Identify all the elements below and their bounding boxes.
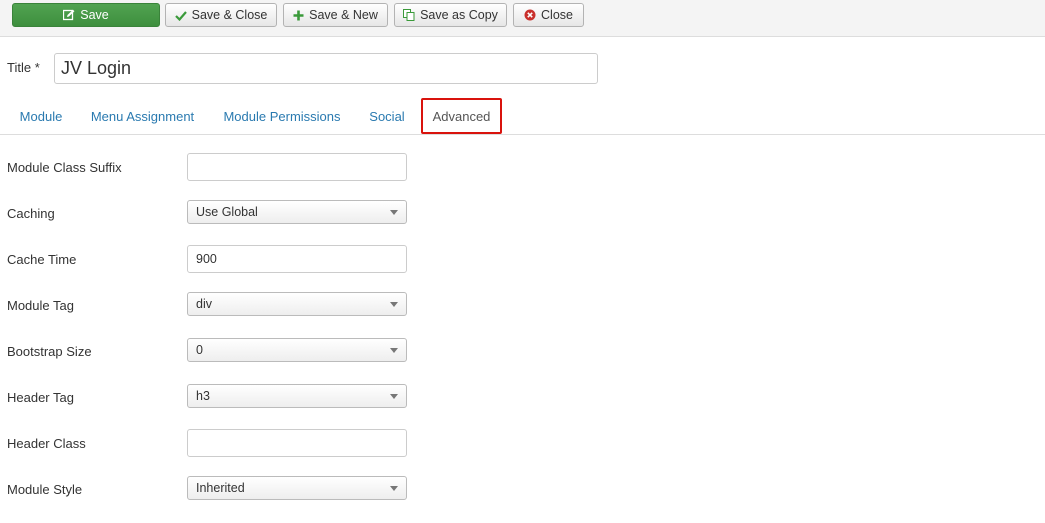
bootstrap-size-value: 0: [196, 343, 203, 357]
title-input[interactable]: [54, 53, 598, 84]
save-new-button[interactable]: Save & New: [283, 3, 388, 27]
module-style-label: Module Style: [7, 482, 83, 497]
chevron-down-icon: [390, 210, 398, 215]
module-tag-value: div: [196, 297, 212, 311]
cache-time-input[interactable]: [187, 245, 407, 273]
caching-select[interactable]: Use Global: [187, 200, 407, 224]
bootstrap-size-select[interactable]: 0: [187, 338, 407, 362]
close-button[interactable]: Close: [513, 3, 584, 27]
module-style-value: Inherited: [196, 481, 245, 495]
header-class-label: Header Class: [7, 436, 86, 451]
module-tag-label: Module Tag: [7, 298, 74, 313]
module-class-suffix-input[interactable]: [187, 153, 407, 181]
tab-module[interactable]: Module: [10, 98, 72, 134]
header-class-input[interactable]: [187, 429, 407, 457]
module-style-select[interactable]: Inherited: [187, 476, 407, 500]
close-label: Close: [541, 8, 573, 22]
save-close-button[interactable]: Save & Close: [165, 3, 277, 27]
header-tag-select[interactable]: h3: [187, 384, 407, 408]
header-tag-value: h3: [196, 389, 210, 403]
module-class-suffix-label: Module Class Suffix: [7, 160, 122, 175]
save-as-copy-label: Save as Copy: [420, 8, 498, 22]
cache-time-label: Cache Time: [7, 252, 77, 267]
check-icon: [174, 10, 187, 21]
chevron-down-icon: [390, 486, 398, 491]
header-tag-label: Header Tag: [7, 390, 74, 405]
tab-module-permissions[interactable]: Module Permissions: [213, 98, 351, 134]
save-new-label[interactable]: Save & New: [309, 8, 378, 22]
tab-advanced[interactable]: Advanced: [421, 98, 502, 134]
copy-icon: [403, 9, 415, 21]
save-close-label: Save & Close: [191, 8, 268, 22]
save-label: Save: [80, 8, 109, 22]
tab-social[interactable]: Social: [359, 98, 415, 134]
title-label: Title *: [7, 60, 40, 75]
caching-value: Use Global: [196, 205, 258, 219]
module-tag-select[interactable]: div: [187, 292, 407, 316]
toolbar: Save Save & Close Save & New Save as Cop…: [0, 0, 1045, 37]
caching-label: Caching: [7, 206, 55, 221]
chevron-down-icon: [390, 348, 398, 353]
close-icon: [524, 9, 536, 21]
tab-menu-assignment[interactable]: Menu Assignment: [80, 98, 205, 134]
plus-icon: [293, 10, 304, 21]
save-button[interactable]: Save: [12, 3, 160, 27]
save-as-copy-button[interactable]: Save as Copy: [394, 3, 507, 27]
tab-bar: Module Menu Assignment Module Permission…: [0, 98, 1045, 135]
chevron-down-icon: [390, 302, 398, 307]
bootstrap-size-label: Bootstrap Size: [7, 344, 92, 359]
edit-icon: [63, 9, 75, 21]
chevron-down-icon: [390, 394, 398, 399]
